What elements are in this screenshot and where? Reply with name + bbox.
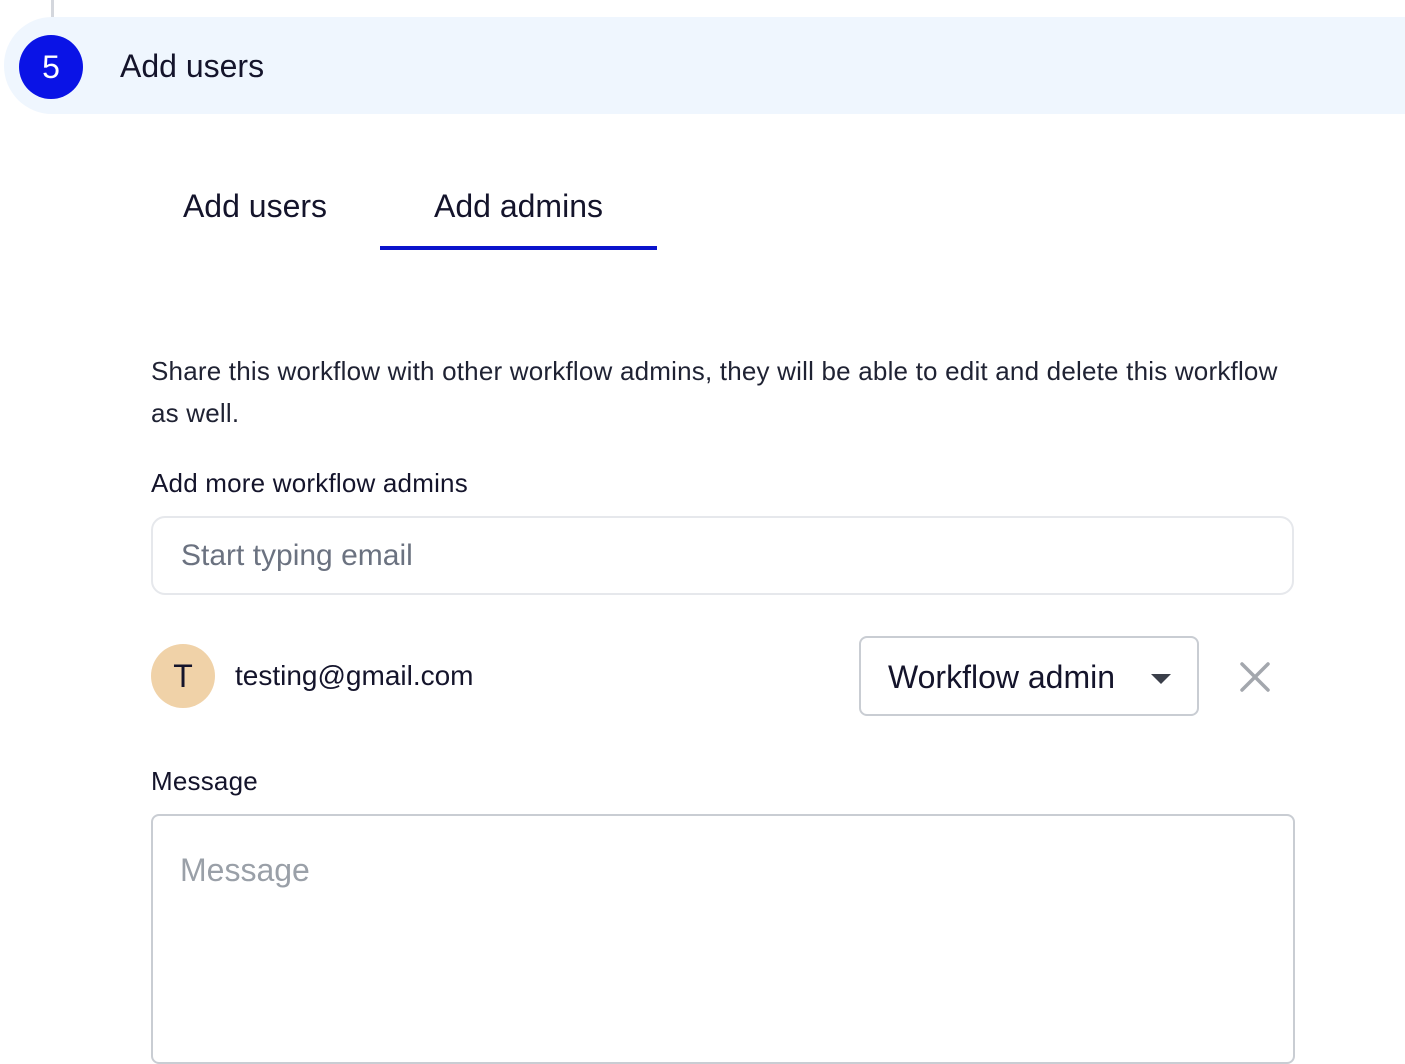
close-icon (1240, 662, 1270, 692)
role-dropdown[interactable]: Workflow admin (859, 636, 1199, 716)
email-search-field (151, 516, 1294, 595)
step-number-badge: 5 (19, 35, 83, 99)
role-dropdown-value: Workflow admin (888, 659, 1116, 695)
admins-description: Share this workflow with other workflow … (151, 356, 1278, 428)
tab-add-users[interactable]: Add users (130, 170, 380, 250)
add-admins-label: Add more workflow admins (151, 468, 468, 498)
message-field (151, 814, 1295, 1064)
admin-email: testing@gmail.com (235, 660, 474, 691)
page: 5 Add users Add users Add admins Share t… (0, 0, 1405, 1064)
chevron-down-icon (1151, 674, 1171, 684)
step-title: Add users (120, 48, 265, 84)
avatar: T (151, 644, 215, 708)
email-input[interactable] (153, 518, 1292, 593)
tab-add-admins[interactable]: Add admins (380, 170, 657, 250)
remove-admin-button[interactable] (1233, 655, 1277, 699)
message-label: Message (151, 766, 258, 796)
message-textarea[interactable] (153, 816, 1293, 1062)
step-connector-line (51, 0, 54, 17)
